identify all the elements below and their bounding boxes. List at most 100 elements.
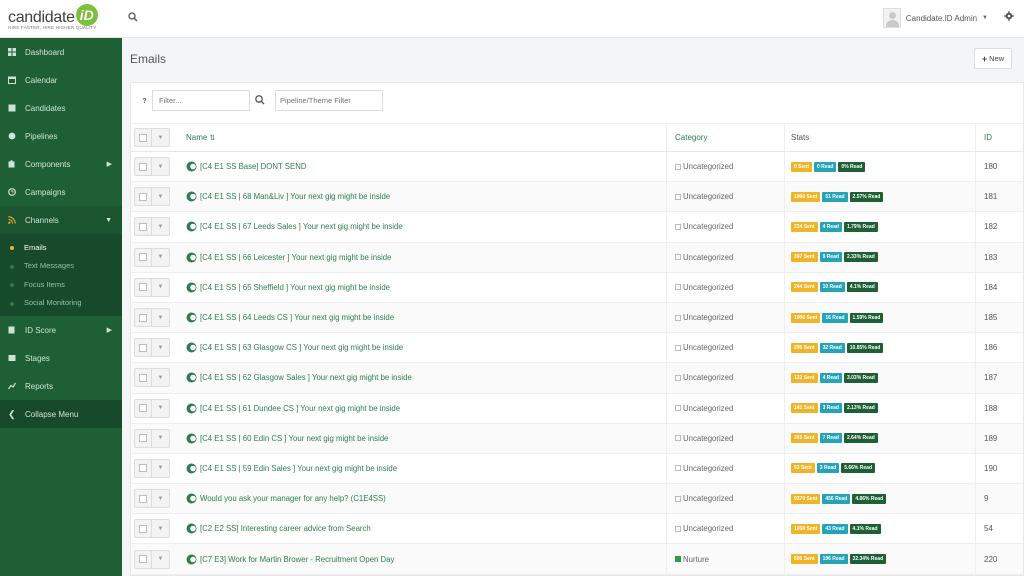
toggle-icon[interactable] [186, 372, 197, 383]
row-checkbox[interactable] [135, 459, 152, 477]
sidebar-item-id-score[interactable]: ID Score ▶ [0, 316, 122, 344]
row-select-control[interactable]: ▼ [134, 277, 170, 297]
email-name-link[interactable]: [C4 E1 SS | 60 Edin CS ] Your next gig m… [200, 434, 388, 443]
chevron-down-icon[interactable]: ▼ [152, 369, 169, 386]
gear-icon[interactable] [1004, 11, 1014, 21]
email-name-link[interactable]: [C2 E2 SS] Interesting career advice fro… [200, 524, 371, 533]
table-row[interactable]: ▼ [C4 E1 SS | 59 Edin Sales ] Your next g… [131, 453, 1023, 485]
row-checkbox[interactable] [135, 158, 152, 176]
search-icon[interactable] [254, 93, 266, 107]
row-checkbox[interactable] [135, 278, 152, 296]
sidebar-item-pipelines[interactable]: Pipelines [0, 122, 122, 150]
table-row[interactable]: ▼ [C7 E3] Work for Martin Brower - Recrui… [131, 544, 1023, 575]
table-row[interactable]: ▼ [C2 E2 SS] Interesting career advice fr… [131, 514, 1023, 545]
row-select-control[interactable]: ▼ [134, 519, 170, 539]
row-checkbox[interactable] [135, 429, 152, 447]
chevron-down-icon[interactable]: ▼ [152, 158, 169, 175]
pipeline-theme-filter-input[interactable] [275, 90, 383, 111]
email-name-link[interactable]: [C4 E1 SS | 63 Glasgow CS ] Your next gi… [200, 343, 403, 352]
column-header-id[interactable]: ID [975, 124, 1023, 151]
toggle-icon[interactable] [186, 493, 197, 504]
new-email-button[interactable]: + New [974, 48, 1012, 69]
chevron-down-icon[interactable]: ▼ [152, 279, 169, 296]
email-name-link[interactable]: [C4 E1 SS | 65 Sheffield ] Your next gig… [200, 283, 390, 292]
column-header-name[interactable]: Name ⇅ [179, 133, 666, 142]
toggle-icon[interactable] [186, 312, 197, 323]
table-row[interactable]: ▼ [C4 E1 SS | 66 Leicester ] Your next gi… [131, 242, 1023, 273]
chevron-down-icon[interactable]: ▼ [152, 460, 169, 477]
email-name-link[interactable]: [C4 E1 SS | 62 Glasgow Sales ] Your next… [200, 373, 412, 382]
email-name-link[interactable]: [C4 E1 SS | 61 Dundee CS ] Your next gig… [200, 404, 400, 413]
email-name-link[interactable]: [C4 E1 SS | 68 Man&Liv ] Your next gig m… [200, 192, 390, 201]
chevron-down-icon[interactable]: ▼ [152, 339, 169, 356]
sidebar-item-dashboard[interactable]: Dashboard [0, 38, 122, 66]
chevron-down-icon[interactable]: ▼ [152, 309, 169, 326]
filter-input[interactable] [152, 90, 250, 111]
select-all-checkbox[interactable] [135, 129, 152, 146]
toggle-icon[interactable] [186, 554, 197, 565]
sidebar-subitem-emails[interactable]: Emails [0, 238, 122, 257]
row-checkbox[interactable] [135, 339, 152, 357]
email-name-link[interactable]: [C7 E3] Work for Martin Brower - Recruit… [200, 555, 394, 564]
row-select-control[interactable]: ▼ [134, 247, 170, 267]
chevron-down-icon[interactable]: ▼ [152, 129, 169, 146]
row-checkbox[interactable] [135, 248, 152, 266]
email-name-link[interactable]: [C4 E1 SS | 64 Leeds CS ] Your next gig … [200, 313, 394, 322]
toggle-icon[interactable] [186, 191, 197, 202]
sidebar-subitem-text-messages[interactable]: Text Messages [0, 257, 122, 276]
row-checkbox[interactable] [135, 369, 152, 387]
row-select-control[interactable]: ▼ [134, 157, 170, 177]
email-name-link[interactable]: [C4 E1 SS | 59 Edin Sales ] Your next gi… [200, 464, 397, 473]
row-checkbox[interactable] [135, 520, 152, 538]
toggle-icon[interactable] [186, 221, 197, 232]
row-select-control[interactable]: ▼ [134, 187, 170, 207]
collapse-menu-button[interactable]: ❮ Collapse Menu [0, 400, 122, 428]
chevron-down-icon[interactable]: ▼ [152, 551, 169, 568]
chevron-down-icon[interactable]: ▼ [152, 218, 169, 235]
sidebar-item-stages[interactable]: Stages [0, 344, 122, 372]
sidebar-item-candidates[interactable]: Candidates [0, 94, 122, 122]
toggle-icon[interactable] [186, 161, 197, 172]
row-select-control[interactable]: ▼ [134, 217, 170, 237]
table-row[interactable]: ▼ [C4 E1 SS | 60 Edin CS ] Your next gig … [131, 423, 1023, 454]
sidebar-item-calendar[interactable]: Calendar [0, 66, 122, 94]
row-select-control[interactable]: ▼ [134, 489, 170, 509]
table-row[interactable]: ▼ [C4 E1 SS | 62 Glasgow Sales ] Your nex… [131, 363, 1023, 394]
row-checkbox[interactable] [135, 218, 152, 236]
row-select-control[interactable]: ▼ [134, 458, 170, 478]
row-select-control[interactable]: ▼ [134, 338, 170, 358]
toggle-icon[interactable] [186, 403, 197, 414]
toggle-icon[interactable] [186, 433, 197, 444]
chevron-down-icon[interactable]: ▼ [152, 249, 169, 266]
chevron-down-icon[interactable]: ▼ [152, 188, 169, 205]
row-select-control[interactable]: ▼ [134, 398, 170, 418]
row-checkbox[interactable] [135, 309, 152, 327]
table-row[interactable]: ▼ [C4 E1 SS Base] DONT SEND Uncategorized 0… [131, 152, 1023, 183]
toggle-icon[interactable] [186, 282, 197, 293]
sidebar-subitem-social-monitoring[interactable]: Social Monitoring [0, 294, 122, 313]
toggle-icon[interactable] [186, 463, 197, 474]
table-row[interactable]: ▼ [C4 E1 SS | 64 Leeds CS ] Your next gig… [131, 302, 1023, 334]
email-name-link[interactable]: [C4 E1 SS | 66 Leicester ] Your next gig… [200, 253, 391, 262]
row-checkbox[interactable] [135, 399, 152, 417]
table-row[interactable]: ▼ [C4 E1 SS | 65 Sheffield ] Your next gi… [131, 272, 1023, 303]
chevron-down-icon[interactable]: ▼ [152, 430, 169, 447]
table-row[interactable]: ▼ [C4 E1 SS | 67 Leeds Sales ] Your next … [131, 212, 1023, 243]
toggle-icon[interactable] [186, 252, 197, 263]
sidebar-item-components[interactable]: Components ▶ [0, 150, 122, 178]
chevron-down-icon[interactable]: ▼ [152, 490, 169, 507]
chevron-down-icon[interactable]: ▼ [152, 400, 169, 417]
select-all-control[interactable]: ▼ [134, 128, 170, 147]
sidebar-subitem-focus-items[interactable]: Focus Items [0, 275, 122, 294]
search-icon[interactable] [128, 12, 138, 22]
row-select-control[interactable]: ▼ [134, 368, 170, 388]
row-select-control[interactable]: ▼ [134, 308, 170, 328]
table-row[interactable]: ▼ [C4 E1 SS | 61 Dundee CS ] Your next gi… [131, 393, 1023, 424]
help-icon[interactable]: ? [136, 91, 153, 112]
row-checkbox[interactable] [135, 188, 152, 206]
chevron-down-icon[interactable]: ▼ [152, 520, 169, 537]
sidebar-item-campaigns[interactable]: Campaigns [0, 178, 122, 206]
sidebar-item-reports[interactable]: Reports [0, 372, 122, 400]
sidebar-item-channels[interactable]: Channels ▼ [0, 206, 122, 234]
column-header-category[interactable]: Category [666, 124, 784, 151]
